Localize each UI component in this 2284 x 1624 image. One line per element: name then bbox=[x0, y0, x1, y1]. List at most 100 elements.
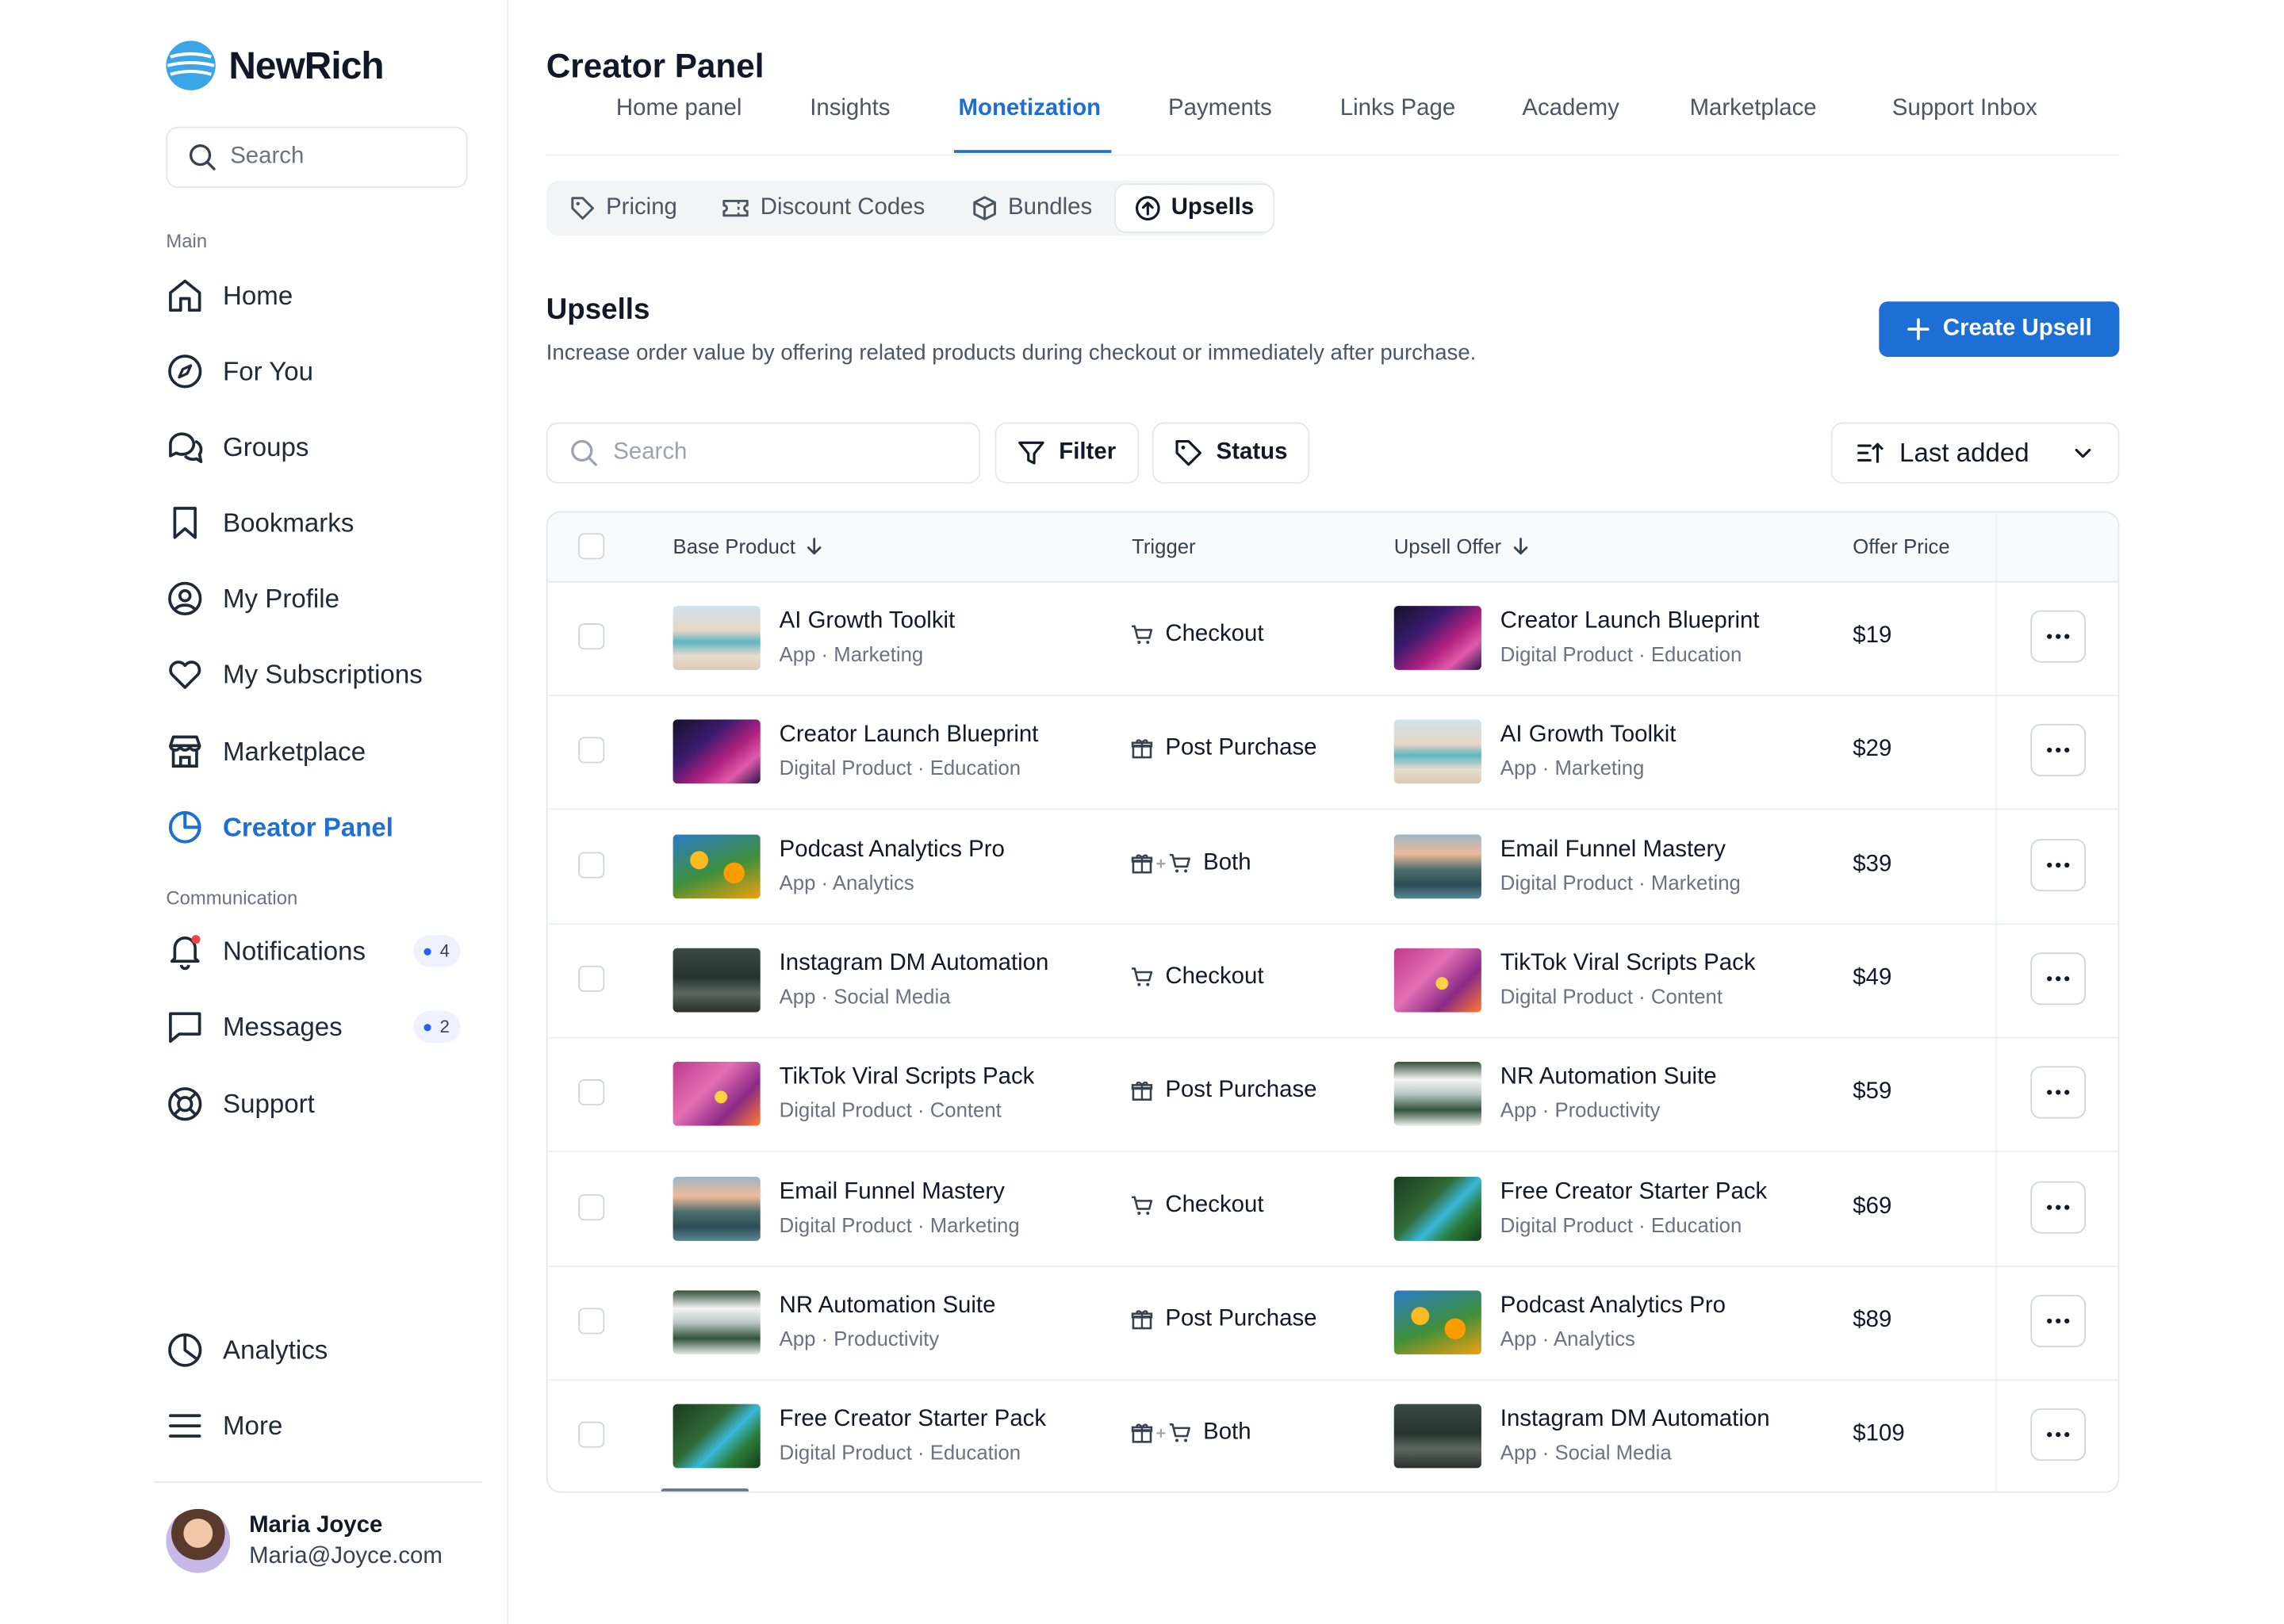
table-row[interactable]: NR Automation Suite App · Productivity Pos… bbox=[547, 1266, 2118, 1381]
bookmark-icon bbox=[166, 504, 204, 542]
upsell-offer-type: App bbox=[1500, 1440, 1537, 1465]
subtab-pricing[interactable]: Pricing bbox=[558, 181, 688, 236]
horizontal-scrollbar[interactable] bbox=[661, 1488, 749, 1492]
column-header-base-product[interactable]: Base Product bbox=[673, 534, 825, 557]
table-row[interactable]: Instagram DM Automation App · Social Medi… bbox=[547, 923, 2118, 1039]
upsell-offer-category: Content bbox=[1650, 984, 1723, 1008]
trigger-cell: Post Purchase bbox=[1130, 1306, 1316, 1332]
upsell-offer-meta: Digital Product · Content bbox=[1500, 984, 1723, 1008]
message-icon bbox=[166, 1008, 204, 1046]
tab-academy[interactable]: Academy bbox=[1522, 96, 1619, 122]
sidebar-item-home[interactable]: Home bbox=[166, 270, 293, 322]
table-row[interactable]: Free Creator Starter Pack Digital Product… bbox=[548, 1380, 2118, 1492]
sidebar-search-input[interactable]: Search bbox=[166, 126, 468, 188]
column-label: Trigger bbox=[1132, 534, 1196, 558]
logo[interactable]: NewRich bbox=[165, 40, 385, 92]
sidebar-item-support[interactable]: Support bbox=[166, 1078, 315, 1130]
trigger-cell: Checkout bbox=[1130, 964, 1264, 990]
user-profile[interactable]: Maria Joyce Maria@Joyce.com bbox=[166, 1508, 443, 1573]
tab-links-page[interactable]: Links Page bbox=[1340, 96, 1455, 122]
upsell-offer-category: Education bbox=[1650, 642, 1742, 666]
offer-price: $29 bbox=[1853, 737, 1892, 763]
plus-icon bbox=[1907, 317, 1930, 340]
upsell-offer-name[interactable]: TikTok Viral Scripts Pack bbox=[1500, 951, 1756, 977]
sidebar-item-for-you[interactable]: For You bbox=[166, 345, 313, 397]
sidebar-item-messages[interactable]: Messages bbox=[166, 1001, 343, 1053]
table-row[interactable]: TikTok Viral Scripts Pack Digital Product… bbox=[547, 1037, 2118, 1153]
tab-insights[interactable]: Insights bbox=[810, 96, 890, 122]
subtab-upsells[interactable]: Upsells bbox=[1114, 183, 1274, 233]
subtab-bundles[interactable]: Bundles bbox=[960, 181, 1104, 236]
tab-support-inbox[interactable]: Support Inbox bbox=[1892, 96, 2037, 122]
column-header-upsell-offer[interactable]: Upsell Offer bbox=[1394, 534, 1531, 557]
status-button[interactable]: Status bbox=[1152, 422, 1310, 484]
base-product-name[interactable]: Email Funnel Mastery bbox=[780, 1179, 1005, 1205]
sidebar-item-my-subscriptions[interactable]: My Subscriptions bbox=[166, 648, 423, 700]
subtab-discount-codes[interactable]: Discount Codes bbox=[709, 181, 936, 236]
column-header-trigger[interactable]: Trigger bbox=[1132, 534, 1195, 557]
sidebar-item-notifications[interactable]: Notifications bbox=[166, 925, 366, 977]
base-product-type: App bbox=[779, 984, 816, 1008]
create-upsell-button[interactable]: Create Upsell bbox=[1879, 301, 2120, 357]
row-checkbox[interactable] bbox=[578, 1421, 605, 1448]
upsell-offer-meta: Digital Product · Education bbox=[1500, 1212, 1742, 1236]
base-product-name[interactable]: NR Automation Suite bbox=[780, 1293, 996, 1320]
tab-payments[interactable]: Payments bbox=[1168, 96, 1272, 122]
base-product-name[interactable]: Free Creator Starter Pack bbox=[780, 1407, 1046, 1433]
column-header-offer-price[interactable]: Offer Price bbox=[1853, 534, 1949, 557]
row-checkbox[interactable] bbox=[578, 623, 605, 650]
upsell-offer-name[interactable]: Podcast Analytics Pro bbox=[1500, 1293, 1726, 1320]
base-product-name[interactable]: Podcast Analytics Pro bbox=[780, 837, 1005, 863]
row-checkbox[interactable] bbox=[578, 1079, 605, 1106]
table-row[interactable]: Podcast Analytics Pro App · Analytics Both… bbox=[547, 809, 2118, 925]
row-checkbox[interactable] bbox=[578, 851, 605, 878]
column-label: Upsell Offer bbox=[1393, 534, 1502, 558]
table-search-placeholder: Search bbox=[613, 439, 688, 465]
upsell-offer-name[interactable]: Creator Launch Blueprint bbox=[1500, 609, 1760, 635]
upsell-offer-meta: Digital Product · Marketing bbox=[1500, 870, 1741, 894]
sidebar-item-analytics[interactable]: Analytics bbox=[166, 1324, 328, 1377]
base-product-type: Digital Product bbox=[779, 756, 912, 780]
row-checkbox[interactable] bbox=[578, 1193, 605, 1220]
plus-icon bbox=[1155, 1427, 1167, 1439]
upsell-offer-category: Marketing bbox=[1554, 756, 1645, 780]
upsell-offer-name[interactable]: Free Creator Starter Pack bbox=[1500, 1179, 1767, 1205]
table-row[interactable]: Creator Launch Blueprint Digital Product … bbox=[547, 695, 2118, 810]
upsell-offer-name[interactable]: NR Automation Suite bbox=[1500, 1065, 1717, 1091]
filter-button[interactable]: Filter bbox=[994, 422, 1140, 484]
row-checkbox[interactable] bbox=[578, 737, 605, 764]
base-product-meta: Digital Product · Marketing bbox=[779, 1212, 1020, 1236]
row-checkbox[interactable] bbox=[578, 1307, 605, 1335]
sort-dropdown[interactable]: Last added bbox=[1830, 422, 2120, 484]
tab-marketplace[interactable]: Marketplace bbox=[1690, 96, 1817, 122]
tab-home-panel[interactable]: Home panel bbox=[616, 96, 742, 122]
sidebar-item-more[interactable]: More bbox=[166, 1400, 282, 1452]
upsell-offer-name[interactable]: Email Funnel Mastery bbox=[1500, 837, 1726, 863]
base-product-category: Social Media bbox=[834, 984, 951, 1008]
upsell-offer-thumbnail bbox=[1393, 606, 1481, 670]
base-product-name[interactable]: TikTok Viral Scripts Pack bbox=[780, 1065, 1035, 1091]
page-title: Creator Panel bbox=[546, 46, 765, 85]
sidebar-item-groups[interactable]: Groups bbox=[166, 421, 308, 473]
app-name: NewRich bbox=[228, 43, 384, 87]
upsell-offer-name[interactable]: Instagram DM Automation bbox=[1500, 1407, 1770, 1433]
trigger-label: Post Purchase bbox=[1165, 1306, 1317, 1331]
table-row[interactable]: Email Funnel Mastery Digital Product · Ma… bbox=[547, 1151, 2118, 1267]
sidebar-item-marketplace[interactable]: Marketplace bbox=[166, 726, 366, 778]
table-row[interactable]: AI Growth Toolkit App · Marketing Checkout… bbox=[547, 581, 2118, 696]
table-search-input[interactable]: Search bbox=[546, 422, 981, 484]
upsell-offer-meta: App · Productivity bbox=[1500, 1098, 1661, 1122]
user-name: Maria Joyce bbox=[249, 1512, 383, 1538]
base-product-thumbnail bbox=[673, 1062, 761, 1127]
sidebar-item-creator-panel[interactable]: Creator Panel bbox=[166, 801, 393, 853]
select-all-checkbox[interactable] bbox=[578, 533, 605, 560]
row-checkbox[interactable] bbox=[578, 965, 605, 992]
subtab-label: Upsells bbox=[1171, 195, 1255, 220]
base-product-name[interactable]: Creator Launch Blueprint bbox=[780, 723, 1039, 749]
tab-monetization[interactable]: Monetization bbox=[959, 96, 1102, 122]
upsell-offer-name[interactable]: AI Growth Toolkit bbox=[1500, 723, 1677, 749]
sidebar-item-my-profile[interactable]: My Profile bbox=[166, 573, 339, 625]
base-product-name[interactable]: Instagram DM Automation bbox=[780, 951, 1049, 977]
sidebar-item-bookmarks[interactable]: Bookmarks bbox=[166, 496, 354, 549]
base-product-name[interactable]: AI Growth Toolkit bbox=[780, 609, 956, 635]
